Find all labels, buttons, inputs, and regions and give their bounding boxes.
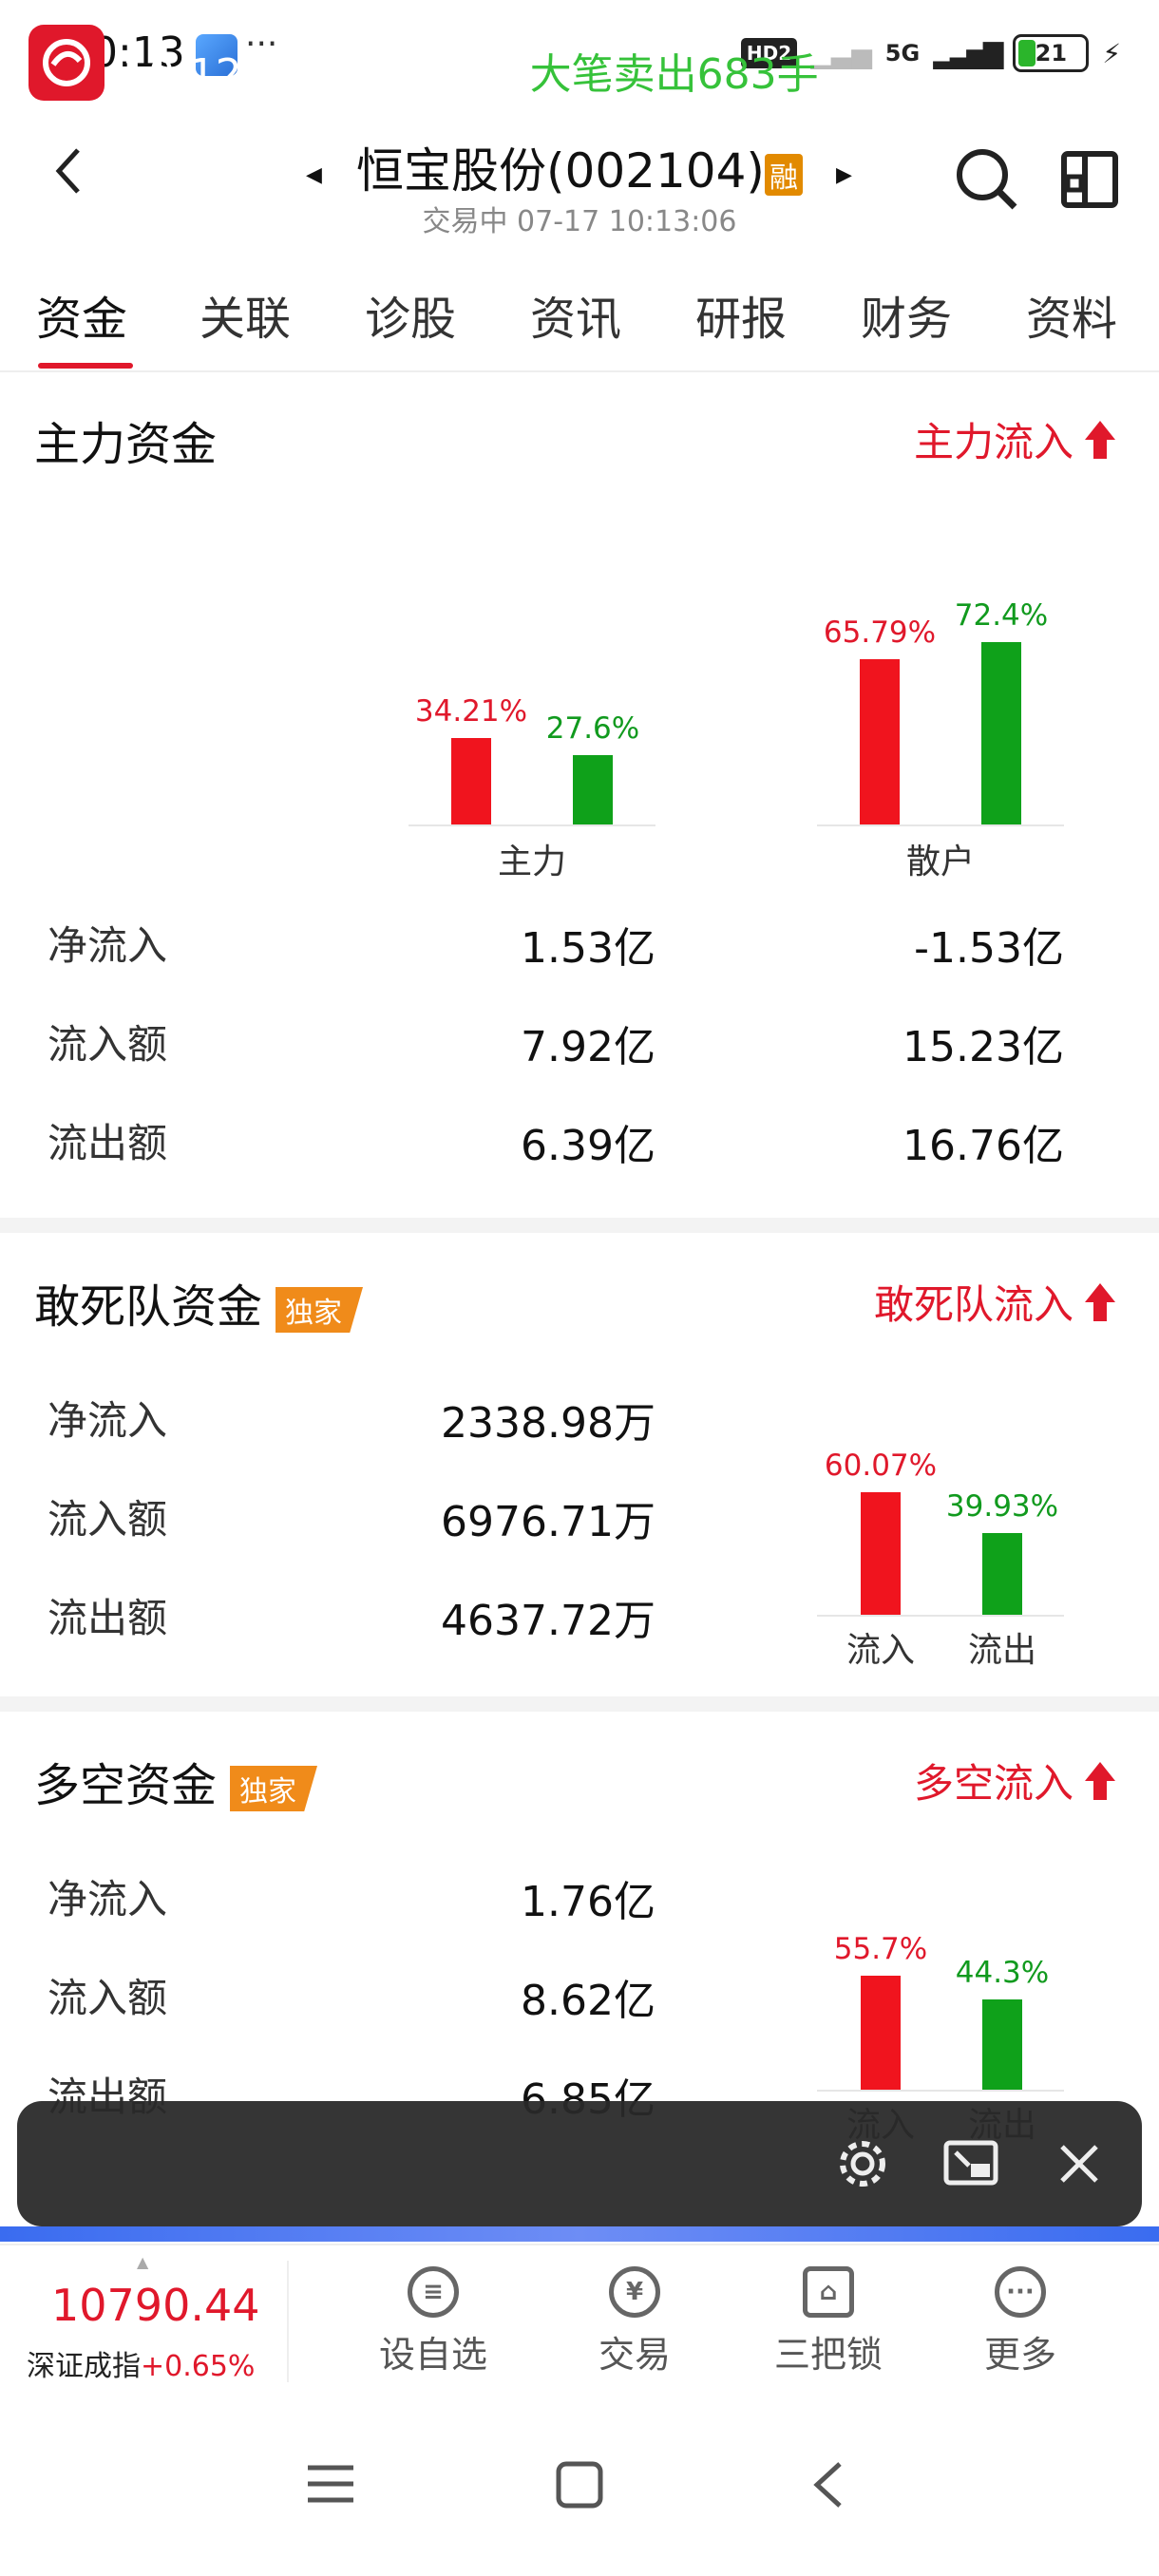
dare-team-chart: 60.07% 流入 39.93% 流出	[798, 1434, 1102, 1672]
bar-value-label: 39.93%	[945, 1489, 1059, 1525]
chart-axis	[817, 2090, 1064, 2092]
bar-value-label: 27.6%	[545, 710, 640, 746]
ls-inflow-label: 流入额	[48, 1975, 168, 2021]
exclusive-badge: 独家	[276, 1287, 364, 1333]
main-outflow-label: 流出额	[48, 1120, 168, 1166]
category-label: 流出	[967, 1631, 1036, 1670]
inflow-bar	[860, 658, 900, 824]
section-gap	[0, 1218, 1159, 1233]
tab-funds[interactable]: 资金	[36, 281, 127, 348]
category-label: 流入	[846, 1631, 915, 1670]
tab-news[interactable]: 资讯	[530, 281, 621, 348]
main-force-inflow-link[interactable]: 主力流入	[914, 410, 1117, 468]
chart-axis	[817, 824, 1064, 826]
5g-signal-icon: 5G	[884, 40, 921, 66]
gear-icon[interactable]	[834, 2135, 891, 2196]
dare-net-inflow-label: 净流入	[48, 1397, 168, 1444]
outflow-bar	[981, 642, 1021, 824]
layout-switch-icon[interactable]	[1058, 148, 1121, 215]
main-inflow-value: 7.92亿	[521, 1023, 656, 1071]
index-value[interactable]: 10790.44	[51, 2280, 260, 2331]
expand-icon[interactable]: ▲	[137, 2253, 148, 2271]
ls-inflow-value: 8.62亿	[521, 1977, 656, 2025]
lock-icon: ⌂	[803, 2266, 854, 2318]
bottom-divider	[287, 2261, 289, 2382]
list-icon: ≡	[408, 2266, 459, 2318]
ls-net-inflow-value: 1.76亿	[521, 1878, 656, 1926]
tab-related[interactable]: 关联	[200, 281, 291, 348]
outflow-bar	[982, 1998, 1022, 2090]
cell-signal-icon: ▂▃▅▇	[933, 37, 1003, 69]
ls-net-inflow-label: 净流入	[48, 1876, 168, 1923]
menu-icon[interactable]	[304, 2460, 357, 2511]
chart-axis	[817, 1615, 1064, 1617]
charging-icon: ⚡	[1102, 37, 1121, 69]
exclusive-badge: 独家	[230, 1766, 318, 1811]
dare-outflow-label: 流出额	[48, 1595, 168, 1641]
long-short-inflow-link[interactable]: 多空流入	[914, 1752, 1117, 1809]
minimize-window-icon[interactable]	[942, 2137, 999, 2194]
main-inflow-label: 流入额	[48, 1021, 168, 1068]
main-outflow-value: 6.39亿	[521, 1122, 656, 1170]
main-force-title: 主力资金	[34, 418, 218, 471]
wifi-signal-icon: ▁▃▅	[810, 37, 872, 69]
up-arrow-icon	[1083, 1281, 1117, 1323]
close-icon[interactable]	[1058, 2143, 1100, 2188]
retail-inflow-value: 15.23亿	[902, 1023, 1064, 1071]
dare-team-title: 敢死队资金 独家	[34, 1269, 364, 1335]
section-gap	[0, 1696, 1159, 1712]
main-net-inflow-value: 1.53亿	[521, 924, 656, 973]
tab-research[interactable]: 研报	[695, 281, 787, 348]
index-name[interactable]: 深证成指+0.65%	[27, 2342, 255, 2384]
long-short-title: 多空资金 独家	[34, 1748, 318, 1814]
inflow-bar	[861, 1976, 901, 2090]
dare-inflow-value: 6976.71万	[441, 1498, 656, 1546]
retail-net-inflow-value: -1.53亿	[914, 924, 1064, 973]
tab-indicator	[38, 363, 133, 369]
dare-inflow-label: 流入额	[48, 1496, 168, 1543]
main-net-inflow-label: 净流入	[48, 922, 168, 969]
inflow-bar	[861, 1491, 901, 1615]
bar-value-label: 44.3%	[955, 1955, 1050, 1990]
category-label: 主力	[497, 843, 566, 881]
tab-finance[interactable]: 财务	[861, 281, 952, 348]
tab-profile[interactable]: 资料	[1026, 281, 1117, 348]
add-watchlist-button[interactable]: ≡ 设自选	[357, 2266, 509, 2377]
inflow-bar	[451, 738, 491, 824]
three-locks-button[interactable]: ⌂ 三把锁	[752, 2266, 904, 2377]
tab-diagnosis[interactable]: 诊股	[365, 281, 456, 348]
bar-value-label: 34.21%	[414, 694, 528, 729]
chart-axis	[408, 824, 656, 826]
dare-net-inflow-value: 2338.98万	[441, 1399, 656, 1448]
battery-icon: 21	[1013, 34, 1090, 72]
home-icon[interactable]	[555, 2460, 604, 2513]
more-button[interactable]: ··· 更多	[944, 2266, 1096, 2377]
trade-button[interactable]: ¥ 交易	[559, 2266, 711, 2377]
outflow-bar	[573, 754, 613, 824]
up-arrow-icon	[1083, 1760, 1117, 1802]
bar-value-label: 60.07%	[824, 1448, 938, 1483]
dare-team-inflow-link[interactable]: 敢死队流入	[874, 1273, 1117, 1331]
ad-banner[interactable]	[0, 2226, 1159, 2242]
more-dots-icon: ···	[995, 2266, 1046, 2318]
retail-outflow-value: 16.76亿	[902, 1122, 1064, 1170]
up-arrow-icon	[1083, 419, 1117, 461]
bar-value-label: 55.7%	[833, 1932, 928, 1967]
trade-alert-text: 10:12:42 元道通信 大笔卖出683手	[122, 50, 819, 99]
bar-value-label: 65.79%	[823, 615, 937, 650]
tabs-divider	[0, 370, 1159, 372]
app-logo-icon	[28, 25, 104, 101]
search-icon[interactable]	[954, 146, 1020, 217]
system-back-icon[interactable]	[809, 2460, 847, 2513]
main-force-chart: 34.21% 27.6% 主力 65.79% 72.4% 散户	[0, 570, 1159, 883]
outflow-bar	[982, 1533, 1022, 1615]
margin-badge: 融	[764, 153, 803, 196]
bar-value-label: 72.4%	[954, 598, 1049, 634]
yen-icon: ¥	[609, 2266, 660, 2318]
category-label: 散户	[905, 843, 975, 881]
dare-outflow-value: 4637.72万	[441, 1597, 656, 1645]
